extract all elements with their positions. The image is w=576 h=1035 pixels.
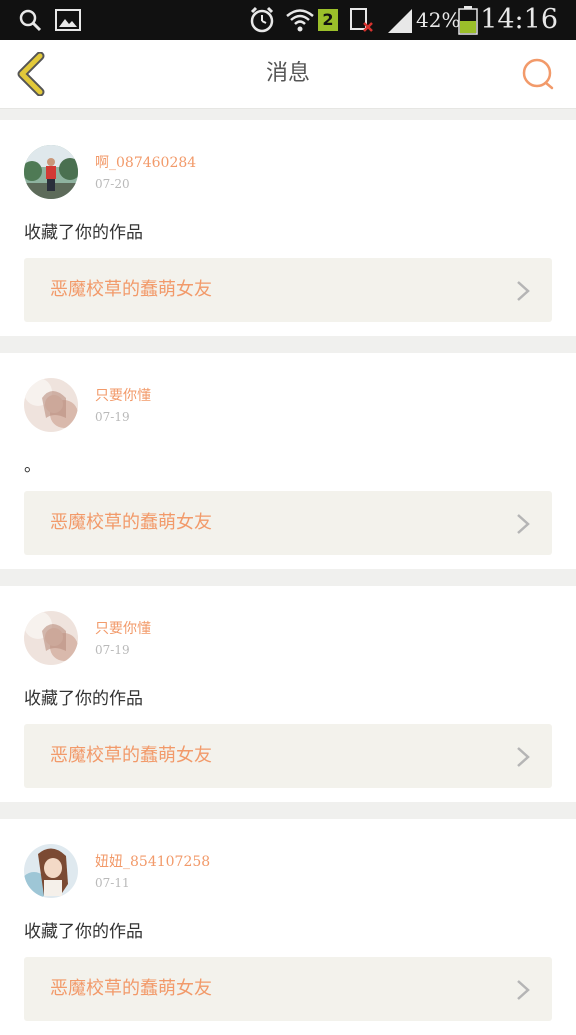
no-sim-icon (350, 0, 374, 40)
status-bar: 2 42% 14:16 (0, 0, 576, 40)
message-text: 收藏了你的作品 (24, 223, 143, 243)
page-title: 消息 (265, 61, 310, 86)
list-item: 啊_087460284 07-20 收藏了你的作品 恶魔校草的蠢萌女友 (0, 120, 576, 336)
username[interactable]: 妞妞_854107258 (95, 851, 210, 871)
timestamp: 07-11 (95, 876, 130, 890)
message-text: 。 (24, 456, 41, 476)
chevron-right-icon (517, 281, 530, 301)
wifi-icon (285, 0, 315, 40)
signal-icon (386, 0, 414, 40)
timestamp: 07-19 (95, 643, 130, 657)
work-link[interactable]: 恶魔校草的蠢萌女友 (24, 724, 552, 788)
work-title: 恶魔校草的蠢萌女友 (50, 512, 212, 533)
message-text: 收藏了你的作品 (24, 689, 143, 709)
avatar[interactable] (24, 611, 78, 665)
chevron-right-icon (517, 747, 530, 767)
work-title: 恶魔校草的蠢萌女友 (50, 279, 212, 300)
username[interactable]: 只要你懂 (95, 385, 151, 405)
avatar[interactable] (24, 378, 78, 432)
battery-percent: 42% (416, 8, 461, 32)
list-item: 只要你懂 07-19 。 恶魔校草的蠢萌女友 (0, 353, 576, 569)
list-item: 妞妞_854107258 07-11 收藏了你的作品 恶魔校草的蠢萌女友 (0, 819, 576, 1035)
sim-icon: 2 (318, 0, 338, 40)
timestamp: 07-20 (95, 177, 130, 191)
work-title: 恶魔校草的蠢萌女友 (50, 978, 212, 999)
search-icon (522, 58, 554, 90)
work-link[interactable]: 恶魔校草的蠢萌女友 (24, 491, 552, 555)
search-icon (18, 0, 42, 40)
work-link[interactable]: 恶魔校草的蠢萌女友 (24, 258, 552, 322)
message-text: 收藏了你的作品 (24, 922, 143, 942)
gallery-icon (55, 0, 81, 40)
sim-number: 2 (318, 9, 338, 31)
timestamp: 07-19 (95, 410, 130, 424)
avatar[interactable] (24, 844, 78, 898)
username[interactable]: 只要你懂 (95, 618, 151, 638)
search-button[interactable] (520, 56, 556, 92)
battery-icon (458, 0, 478, 40)
work-title: 恶魔校草的蠢萌女友 (50, 745, 212, 766)
chevron-right-icon (517, 980, 530, 1000)
alarm-icon (248, 0, 276, 40)
app-header: 消息 (0, 40, 576, 109)
chevron-right-icon (517, 514, 530, 534)
list-item: 只要你懂 07-19 收藏了你的作品 恶魔校草的蠢萌女友 (0, 586, 576, 802)
username[interactable]: 啊_087460284 (95, 152, 196, 172)
clock: 14:16 (480, 4, 558, 35)
avatar[interactable] (24, 145, 78, 199)
work-link[interactable]: 恶魔校草的蠢萌女友 (24, 957, 552, 1021)
